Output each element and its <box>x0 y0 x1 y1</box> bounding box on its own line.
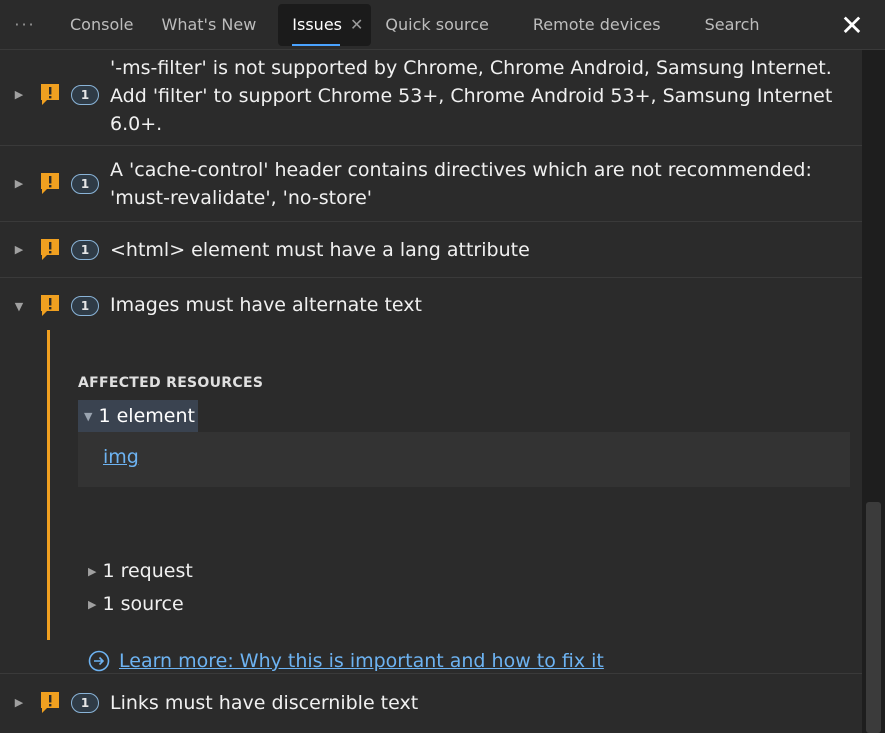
source-toggle[interactable]: ▶ 1 source <box>88 593 184 615</box>
tab-label: Console <box>70 15 134 34</box>
issue-row[interactable]: ▶ 1 A 'cache-control' header contains di… <box>0 146 862 222</box>
issues-list: ▶ 1 '-ms-filter' is not supported by Chr… <box>0 50 862 733</box>
issue-title: '-ms-filter' is not supported by Chrome,… <box>110 57 833 135</box>
tab-label: What's New <box>161 15 257 34</box>
issue-row[interactable]: ▶ 1 <html> element must have a lang attr… <box>0 222 862 278</box>
chevron-right-icon: ▶ <box>88 597 97 611</box>
warning-icon <box>41 173 59 194</box>
warning-icon <box>41 295 59 316</box>
affected-resources-heading: AFFECTED RESOURCES <box>78 375 264 391</box>
tab-label: Quick source <box>385 15 489 34</box>
scrollbar-thumb[interactable] <box>866 502 881 733</box>
tab-label: Remote devices <box>532 15 661 34</box>
element-toggle-label: 1 element <box>98 405 195 427</box>
tab-console[interactable]: Console <box>56 0 148 50</box>
issue-count-badge: 1 <box>71 296 99 316</box>
chevron-down-icon[interactable]: ▼ <box>13 300 25 313</box>
request-toggle[interactable]: ▶ 1 request <box>88 560 193 582</box>
source-toggle-label: 1 source <box>102 593 184 615</box>
tab-whats-new[interactable]: What's New <box>148 0 271 50</box>
issue-title: Images must have alternate text <box>110 294 422 316</box>
learn-more-text: Learn more: Why this is important and ho… <box>119 650 604 672</box>
issue-count-badge: 1 <box>71 693 99 713</box>
chevron-right-icon[interactable]: ▶ <box>13 243 25 256</box>
chevron-right-icon[interactable]: ▶ <box>13 177 25 190</box>
learn-more-link[interactable]: Learn more: Why this is important and ho… <box>88 650 604 672</box>
warning-icon <box>41 692 59 713</box>
tab-issues[interactable]: Issues ✕ <box>278 3 372 46</box>
affected-element-link[interactable]: img <box>103 446 139 468</box>
issue-accent-bar <box>47 330 50 640</box>
affected-element-list: img <box>78 432 850 487</box>
issue-title: Links must have discernible text <box>110 692 419 714</box>
warning-icon <box>41 239 59 260</box>
more-tabs-button[interactable]: ··· <box>0 0 50 50</box>
issue-title: A 'cache-control' header contains direct… <box>110 159 812 209</box>
issue-details: AFFECTED RESOURCES ▼ 1 element img ▶ 1 r… <box>0 330 862 673</box>
arrow-circle-icon <box>88 650 110 672</box>
tab-remote-devices[interactable]: Remote devices <box>519 0 675 50</box>
issue-title: <html> element must have a lang attribut… <box>110 239 530 261</box>
element-toggle[interactable]: ▼ 1 element <box>78 400 198 432</box>
chevron-right-icon[interactable]: ▶ <box>13 88 25 101</box>
tab-label: Issues <box>292 15 342 34</box>
warning-icon <box>41 84 59 105</box>
issue-row-expanded[interactable]: ▼ 1 Images must have alternate text <box>0 278 862 334</box>
close-icon[interactable]: ✕ <box>350 15 363 34</box>
active-tab-indicator <box>292 43 341 46</box>
request-toggle-label: 1 request <box>102 560 193 582</box>
tab-bar: ··· Console What's New Issues ✕ Quick so… <box>0 0 885 50</box>
issue-count-badge: 1 <box>71 240 99 260</box>
issue-row[interactable]: ▶ 1 Links must have discernible text <box>0 673 862 733</box>
issue-count-badge: 1 <box>71 85 99 105</box>
issue-count-badge: 1 <box>71 174 99 194</box>
tab-quick-source[interactable]: Quick source <box>371 0 502 50</box>
chevron-right-icon[interactable]: ▶ <box>13 696 25 709</box>
chevron-down-icon: ▼ <box>84 409 93 423</box>
close-panel-button[interactable]: ✕ <box>837 9 867 42</box>
scrollbar[interactable] <box>862 50 885 733</box>
tab-search[interactable]: Search <box>691 0 774 50</box>
chevron-right-icon: ▶ <box>88 564 97 578</box>
issue-row[interactable]: ▶ 1 '-ms-filter' is not supported by Chr… <box>0 50 862 146</box>
tab-label: Search <box>704 15 760 34</box>
